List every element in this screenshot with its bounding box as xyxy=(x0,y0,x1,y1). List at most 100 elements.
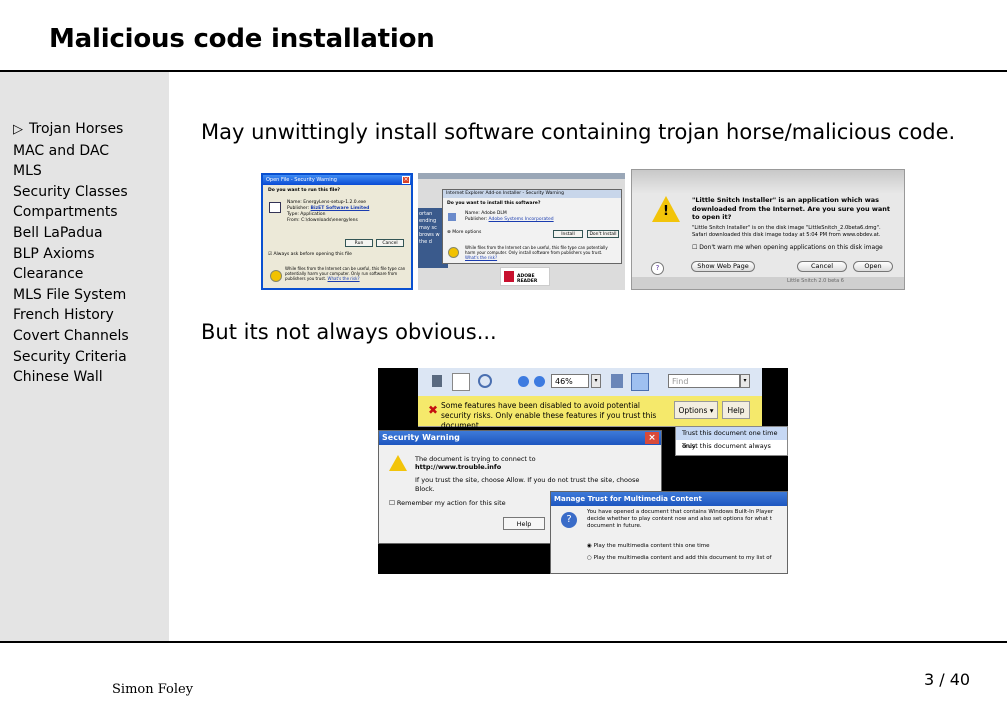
help-button[interactable]: ? xyxy=(651,262,664,275)
adobe-security-screenshot: 46% ▾ Find ▾ ✖ Some features have been d… xyxy=(378,368,788,574)
dialog-title: Security Warning xyxy=(382,433,460,442)
connect-url: http://www.trouble.info xyxy=(415,463,502,471)
dialog-title: Open File - Security Warning xyxy=(266,177,337,183)
help-button[interactable]: Help xyxy=(503,517,545,530)
cancel-button[interactable]: Cancel xyxy=(797,261,847,272)
find-dropdown-icon[interactable]: ▾ xyxy=(740,374,750,388)
sidebar-item-covert-channels[interactable]: Covert Channels xyxy=(13,326,129,347)
more-options-toggle[interactable]: ⊗ More options xyxy=(447,230,481,236)
body-text-2: But its not always obvious... xyxy=(201,320,497,344)
dialog-titlebar: Security Warning × xyxy=(379,431,661,445)
show-web-page-button[interactable]: Show Web Page xyxy=(691,261,755,272)
page-layout-icon[interactable] xyxy=(611,374,623,388)
bottom-strip xyxy=(632,277,904,289)
dialog-detail: "Little Snitch Installer" is on the disk… xyxy=(692,225,881,238)
dont-install-button[interactable]: Don't Install xyxy=(587,230,619,238)
options-button[interactable]: Options ▾ xyxy=(674,401,718,419)
play-and-trust-radio[interactable]: ○ Play the multimedia content and add th… xyxy=(587,554,772,563)
dialog-heading: "Little Snitch Installer" is an applicat… xyxy=(692,196,890,221)
sidebar-item-trojan-horses[interactable]: ▷ Trojan Horses xyxy=(13,119,129,141)
page-title: Malicious code installation xyxy=(49,24,435,54)
zoom-dropdown-icon[interactable]: ▾ xyxy=(591,374,601,388)
always-ask-checkbox[interactable]: ☑ Always ask before opening this file xyxy=(268,252,352,258)
cancel-button[interactable]: Cancel xyxy=(376,239,404,247)
name-label: Name: xyxy=(287,200,302,205)
warning-bar-text: Some features have been disabled to avoi… xyxy=(441,401,657,430)
sidebar-item-blp-axioms[interactable]: BLP Axioms xyxy=(13,244,129,265)
hand-tool-icon[interactable] xyxy=(452,373,470,391)
close-icon: × xyxy=(402,176,410,184)
remember-checkbox[interactable]: ☐ Remember my action for this site xyxy=(389,499,506,508)
risk-link[interactable]: What's the risk? xyxy=(465,255,497,260)
sidebar-item-bell-lapadua[interactable]: Bell LaPadua xyxy=(13,223,129,244)
multimedia-text: You have opened a document that contains… xyxy=(587,509,774,529)
checkbox-label: Don't warn me when opening applications … xyxy=(699,244,883,251)
name-label: Name: xyxy=(465,211,480,216)
footer-rule xyxy=(0,641,1007,643)
bottom-label: Little Snitch 2.0 beta 6 xyxy=(787,278,844,284)
find-input[interactable]: Find xyxy=(668,374,740,388)
radio-label: Play the multimedia content this one tim… xyxy=(593,543,710,549)
sidebar-nav: ▷ Trojan Horses MAC and DAC MLS Security … xyxy=(13,119,129,388)
zoom-level-field[interactable]: 46% xyxy=(551,374,589,388)
menu-item-trust-always[interactable]: Trust this document always xyxy=(676,440,787,453)
installer-icon xyxy=(448,213,456,221)
sidebar-item-chinese-wall[interactable]: Chinese Wall xyxy=(13,367,129,388)
from-value: C:\downloads\energylens xyxy=(301,218,358,223)
warning-body: While files from the Internet can be use… xyxy=(465,245,608,255)
checkbox-label: Always ask before opening this file xyxy=(273,252,352,257)
zoom-tool-icon[interactable] xyxy=(478,374,492,388)
publisher-value: BizET Software Limited xyxy=(310,206,370,211)
ie-security-dialog: Internet Explorer Add-on Installer - Sec… xyxy=(442,189,622,264)
fit-page-icon[interactable] xyxy=(631,373,649,391)
dialog-title: Internet Explorer Add-on Installer - Sec… xyxy=(443,190,621,198)
sidebar-item-clearance[interactable]: Clearance xyxy=(13,264,129,285)
publisher-label: Publisher: xyxy=(287,206,310,211)
dont-warn-checkbox[interactable]: ☐ Don't warn me when opening application… xyxy=(692,244,883,251)
help-button[interactable]: Help xyxy=(722,401,750,419)
dialog-title: Manage Trust for Multimedia Content xyxy=(551,492,787,506)
shield-warning-icon xyxy=(448,247,459,258)
sidebar-item-security-classes[interactable]: Security Classes xyxy=(13,182,129,203)
warning-text: While files from the Internet can be use… xyxy=(285,266,407,281)
type-label: Type: xyxy=(287,212,299,217)
risk-link[interactable]: What's the risk? xyxy=(328,276,360,281)
shield-warning-icon xyxy=(270,270,282,282)
zoom-out-icon[interactable] xyxy=(518,376,529,387)
sidebar: ▷ Trojan Horses MAC and DAC MLS Security … xyxy=(0,72,169,641)
publisher-label: Publisher: xyxy=(465,217,488,222)
sidebar-item-mac-and-dac[interactable]: MAC and DAC xyxy=(13,141,129,162)
page-number: 3 / 40 xyxy=(924,670,971,689)
close-icon[interactable]: × xyxy=(645,432,659,444)
security-warning-bar: ✖ Some features have been disabled to av… xyxy=(418,396,762,430)
adobe-logo-icon xyxy=(504,271,514,282)
triangle-marker-icon: ▷ xyxy=(13,122,23,137)
addon-details: Name: Adobe DLM Publisher: Adobe Systems… xyxy=(465,211,554,223)
sidebar-item-mls-file-system[interactable]: MLS File System xyxy=(13,285,129,306)
body-text-1: May unwittingly install software contain… xyxy=(201,120,956,144)
play-once-radio[interactable]: ◉ Play the multimedia content this one t… xyxy=(587,542,710,551)
browser-tabs-strip xyxy=(418,173,625,179)
file-icon xyxy=(269,202,281,213)
mac-download-warning-screenshot: ! "Little Snitch Installer" is an applic… xyxy=(631,169,905,290)
more-options-label: More options xyxy=(452,230,482,235)
name-value: Adobe DLM xyxy=(481,211,507,216)
menu-item-trust-once[interactable]: Trust this document one time only xyxy=(676,427,787,450)
open-file-warning-screenshot: Open File - Security Warning × Do you wan… xyxy=(261,173,413,290)
sidebar-item-french-history[interactable]: French History xyxy=(13,305,129,326)
sidebar-item-security-criteria[interactable]: Security Criteria xyxy=(13,347,129,368)
sidebar-item-compartments[interactable]: Compartments xyxy=(13,202,129,223)
zoom-in-icon[interactable] xyxy=(534,376,545,387)
sidebar-item-mls[interactable]: MLS xyxy=(13,161,129,182)
run-button[interactable]: Run xyxy=(345,239,373,247)
ie-addon-installer-screenshot: ortan ending may sc brows w the d Intern… xyxy=(418,173,625,290)
publisher-value: Adobe Systems Incorporated xyxy=(488,217,554,222)
from-label: From: xyxy=(287,218,300,223)
warning-exclamation-icon: ! xyxy=(663,204,669,219)
multimedia-trust-dialog: Manage Trust for Multimedia Content ? Yo… xyxy=(550,491,788,574)
open-button[interactable]: Open xyxy=(853,261,893,272)
adobe-reader-badge: ADOBE READER xyxy=(500,267,550,286)
options-menu: Trust this document one time only Trust … xyxy=(675,426,788,456)
install-button[interactable]: Install xyxy=(553,230,583,238)
select-tool-icon[interactable] xyxy=(432,375,442,387)
